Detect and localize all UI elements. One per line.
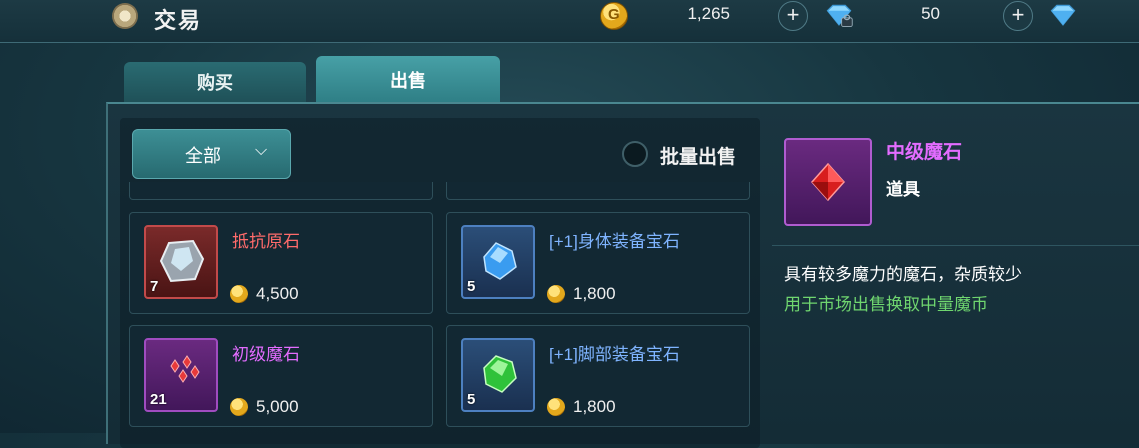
item-name: [+1]身体装备宝石 bbox=[549, 232, 680, 251]
list-item[interactable]: 5 [+1]身体装备宝石 1,800 bbox=[446, 212, 750, 314]
list-item[interactable]: 21 初级魔石 5,000 bbox=[129, 325, 433, 427]
bulk-sell-label[interactable]: 批量出售 bbox=[660, 142, 736, 169]
add-gold-button[interactable]: + bbox=[778, 1, 808, 31]
red-crystal-icon bbox=[810, 162, 846, 202]
gold-amount: 1,265 bbox=[687, 4, 730, 23]
detail-usage: 用于市场出售换取中量魔币 bbox=[784, 295, 988, 314]
gold-coin-icon bbox=[230, 285, 248, 303]
detail-item-type: 道具 bbox=[886, 180, 920, 199]
list-item-partial[interactable] bbox=[446, 182, 750, 200]
blue-gem-icon bbox=[483, 242, 517, 280]
item-price: 4,500 bbox=[256, 284, 299, 303]
item-slot: 7 bbox=[144, 225, 218, 299]
filter-selected-label: 全部 bbox=[185, 146, 221, 166]
divider bbox=[772, 245, 1139, 246]
detail-item-name: 中级魔石 bbox=[886, 142, 963, 163]
bound-diamond-icon bbox=[826, 4, 853, 28]
item-count: 5 bbox=[467, 391, 476, 408]
bound-diamond-amount: 50 bbox=[921, 4, 940, 23]
item-price: 1,800 bbox=[573, 284, 616, 303]
item-name: 初级魔石 bbox=[232, 345, 300, 364]
tab-buy[interactable]: 购买 bbox=[124, 62, 306, 102]
trade-emblem-icon bbox=[112, 3, 138, 29]
top-bar: 交易 G 1,265 + 50 + bbox=[0, 0, 1139, 43]
item-price: 1,800 bbox=[573, 397, 616, 416]
item-slot: 5 bbox=[461, 338, 535, 412]
item-name: 抵抗原石 bbox=[232, 232, 300, 251]
item-count: 7 bbox=[150, 278, 159, 295]
green-gem-icon bbox=[483, 355, 517, 393]
detail-item-slot bbox=[784, 138, 872, 226]
gold-coin-icon bbox=[230, 398, 248, 416]
gold-coin-icon bbox=[547, 285, 565, 303]
filter-dropdown[interactable]: 全部 ⌵ bbox=[132, 129, 291, 179]
list-item-partial[interactable] bbox=[129, 182, 433, 200]
item-slot: 5 bbox=[461, 225, 535, 299]
tab-sell[interactable]: 出售 bbox=[316, 56, 500, 102]
detail-description: 具有较多魔力的魔石，杂质较少 bbox=[784, 265, 1022, 284]
add-diamond-button[interactable]: + bbox=[1003, 1, 1033, 31]
gray-ore-icon bbox=[159, 239, 205, 283]
bulk-sell-radio[interactable] bbox=[622, 141, 648, 167]
diamond-icon bbox=[1050, 4, 1076, 26]
item-count: 21 bbox=[150, 391, 167, 408]
item-price: 5,000 bbox=[256, 397, 299, 416]
item-count: 5 bbox=[467, 278, 476, 295]
gold-coin-icon: G bbox=[600, 2, 628, 30]
item-slot: 21 bbox=[144, 338, 218, 412]
page-title: 交易 bbox=[154, 8, 203, 33]
list-item[interactable]: 7 抵抗原石 4,500 bbox=[129, 212, 433, 314]
gold-coin-icon bbox=[547, 398, 565, 416]
chevron-down-icon: ⌵ bbox=[255, 142, 268, 159]
list-item[interactable]: 5 [+1]脚部装备宝石 1,800 bbox=[446, 325, 750, 427]
item-name: [+1]脚部装备宝石 bbox=[549, 345, 680, 364]
